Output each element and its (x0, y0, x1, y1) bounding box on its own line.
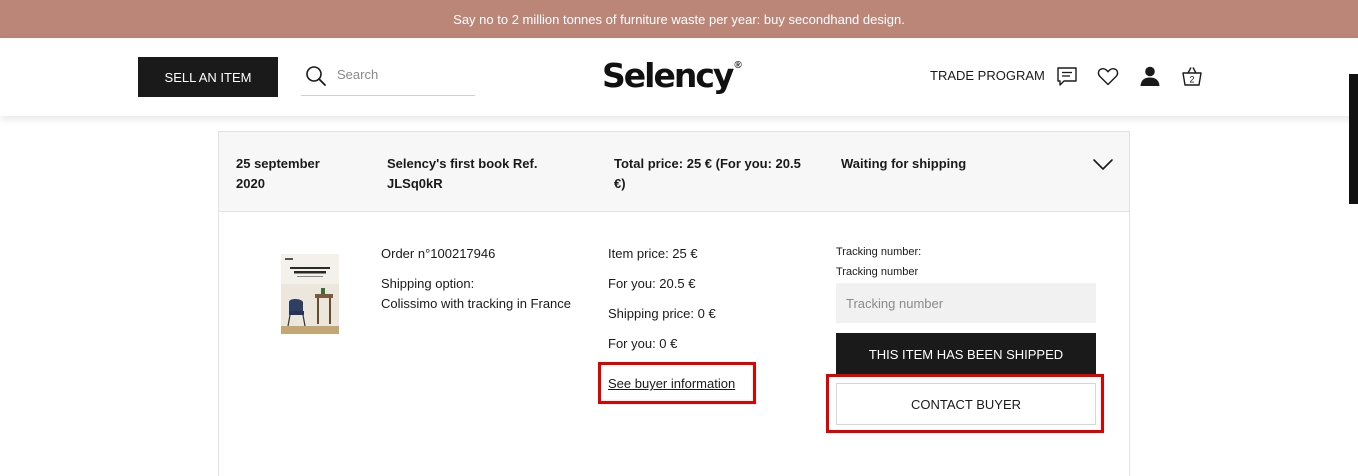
trade-program-link[interactable]: TRADE PROGRAM (930, 68, 1045, 83)
tracking-number-input[interactable] (836, 283, 1096, 323)
selency-logo[interactable]: Selency ® (602, 54, 742, 98)
cart-count: 2 (1189, 75, 1194, 85)
promo-banner-text: Say no to 2 million tonnes of furniture … (453, 11, 905, 27)
tracking-number-label: Tracking number: (836, 246, 922, 258)
order-status: Waiting for shipping (841, 156, 967, 171)
for-you-shipping: For you: 0 € (608, 336, 678, 351)
basket-icon[interactable]: 2 (1180, 64, 1204, 88)
messages-icon[interactable] (1055, 64, 1079, 88)
shipping-option-value: Colissimo with tracking in France (381, 296, 572, 311)
item-shipped-button[interactable]: THIS ITEM HAS BEEN SHIPPED (836, 333, 1096, 375)
search-bar (301, 56, 475, 96)
book-cover-image (281, 254, 339, 334)
logo-registered-mark: ® (734, 60, 742, 71)
highlight-box-contact-buyer (826, 374, 1104, 433)
order-date: 25 september 2020 (236, 156, 320, 191)
sell-item-button[interactable]: SELL AN ITEM (138, 57, 278, 97)
order-summary-header[interactable]: 25 september 2020 Selency's first book R… (219, 132, 1129, 212)
for-you-amount: For you: 20.5 € (608, 276, 696, 291)
user-icon[interactable] (1138, 64, 1162, 88)
order-item-title: Selency's first book Ref. JLSq0kR (387, 156, 538, 191)
promo-banner: Say no to 2 million tonnes of furniture … (0, 0, 1358, 38)
chevron-down-icon[interactable] (1092, 154, 1114, 176)
search-input[interactable] (337, 64, 467, 84)
product-thumbnail (281, 254, 339, 334)
search-icon[interactable] (304, 64, 328, 88)
item-price: Item price: 25 € (608, 246, 698, 261)
shipping-price: Shipping price: 0 € (608, 306, 716, 321)
shipping-option-label: Shipping option: (381, 276, 475, 291)
order-total: Total price: 25 € (For you: 20.5 €) (614, 156, 801, 191)
highlight-box-buyer-info (598, 362, 756, 404)
logo-text: Selency (602, 56, 734, 95)
site-header: SELL AN ITEM Selency ® TRADE PROGRAM 2 (0, 38, 1358, 116)
heart-icon[interactable] (1096, 64, 1120, 88)
scrollbar-thumb[interactable] (1349, 74, 1358, 204)
order-number: Order n°100217946 (381, 246, 496, 261)
tracking-number-sublabel: Tracking number (836, 266, 919, 278)
